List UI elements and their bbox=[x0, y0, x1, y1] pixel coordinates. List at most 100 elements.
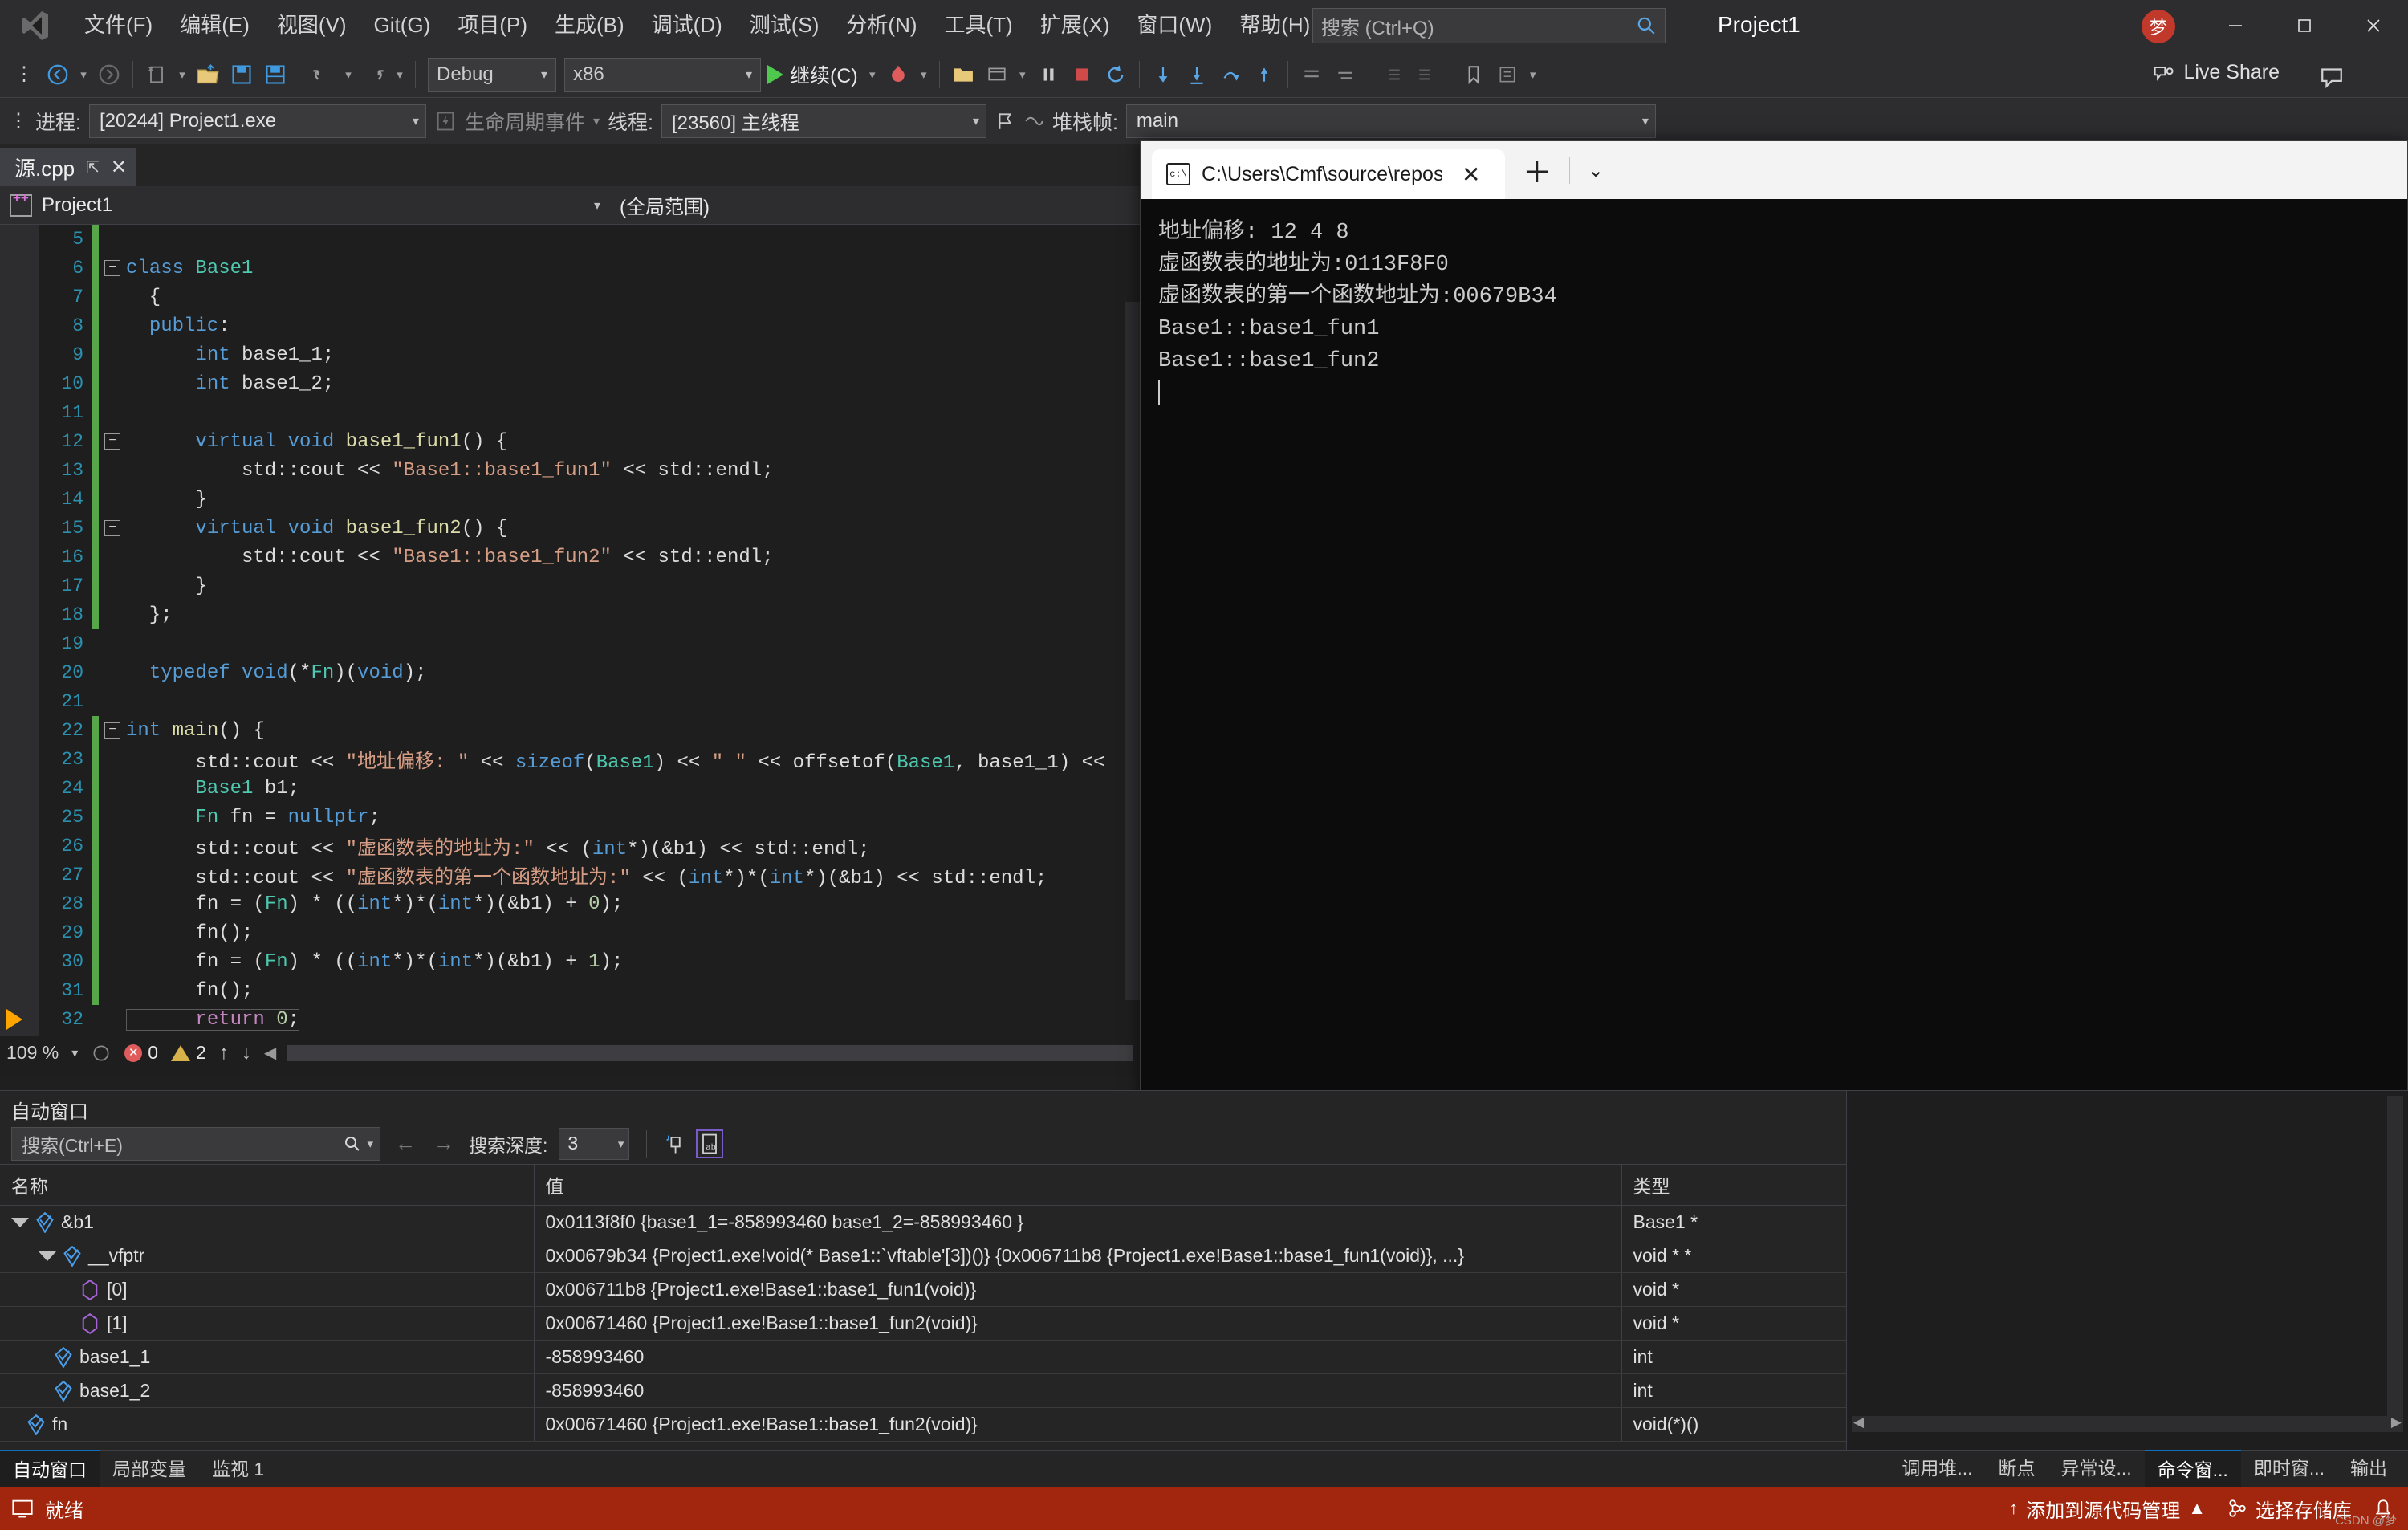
fold-toggle[interactable]: − bbox=[99, 520, 126, 536]
breakpoint-gutter[interactable] bbox=[0, 572, 39, 600]
cell-name[interactable]: [0] bbox=[0, 1272, 535, 1307]
live-share-button[interactable]: Live Share bbox=[2151, 61, 2280, 84]
breakpoint-gutter[interactable] bbox=[0, 225, 39, 254]
breakpoint-gutter[interactable] bbox=[0, 918, 39, 947]
arrow-right-icon[interactable]: → bbox=[430, 1131, 458, 1156]
code-line[interactable]: 31 fn(); bbox=[0, 976, 1140, 1005]
editor-horizontal-scrollbar[interactable] bbox=[287, 1044, 1133, 1061]
next-issue-icon[interactable]: ↓ bbox=[242, 1042, 251, 1064]
code-line[interactable]: 23 std::cout << "地址偏移: " << sizeof(Base1… bbox=[0, 745, 1140, 774]
hot-reload-icon[interactable] bbox=[882, 57, 914, 92]
right-panel-vertical-scrollbar[interactable] bbox=[2387, 1096, 2403, 1416]
redo-dropdown[interactable]: ▾ bbox=[392, 67, 408, 82]
editor-vertical-scrollbar[interactable] bbox=[1125, 302, 1140, 1000]
code-line[interactable]: 16 std::cout << "Base1::base1_fun2" << s… bbox=[0, 543, 1140, 572]
error-count-indicator[interactable]: ✕ 0 bbox=[124, 1042, 158, 1064]
navigate-forward-icon[interactable] bbox=[93, 57, 125, 92]
code-line[interactable]: 20 typedef void(*Fn)(void); bbox=[0, 658, 1140, 687]
open-file-icon[interactable] bbox=[192, 57, 224, 92]
close-tab-icon[interactable]: ✕ bbox=[1462, 161, 1480, 188]
expander-open-icon[interactable] bbox=[11, 1217, 29, 1227]
code-line[interactable]: 26 std::cout << "虚函数表的地址为:" << (int*)(&b… bbox=[0, 832, 1140, 861]
lifecycle-dropdown-icon[interactable]: ▾ bbox=[593, 113, 600, 129]
continue-debug-button[interactable]: 继续(C) bbox=[763, 60, 863, 89]
menu-view[interactable]: 视图(V) bbox=[263, 6, 360, 44]
code-line[interactable]: 22 − int main() { bbox=[0, 716, 1140, 745]
menu-test[interactable]: 测试(S) bbox=[736, 6, 833, 44]
zoom-level[interactable]: 109 % bbox=[6, 1042, 59, 1064]
breakpoint-gutter[interactable] bbox=[0, 1034, 39, 1036]
cell-value[interactable]: 0x00671460 {Project1.exe!Base1::base1_fu… bbox=[534, 1407, 1622, 1442]
code-line[interactable]: 10 int base1_2; bbox=[0, 369, 1140, 398]
user-avatar[interactable]: 梦 bbox=[2142, 10, 2175, 43]
chevron-down-icon[interactable]: ▾ bbox=[367, 1137, 373, 1151]
code-line[interactable]: 27 std::cout << "虚函数表的第一个函数地址为:" << (int… bbox=[0, 861, 1140, 889]
minimize-button[interactable] bbox=[2201, 0, 2270, 51]
stop-debug-icon[interactable] bbox=[1066, 57, 1098, 92]
collapse-icon[interactable]: − bbox=[104, 520, 120, 536]
breakpoint-gutter[interactable] bbox=[0, 514, 39, 543]
code-line[interactable]: 13 std::cout << "Base1::base1_fun1" << s… bbox=[0, 456, 1140, 485]
collapse-icon[interactable]: − bbox=[104, 260, 120, 276]
breakpoint-gutter[interactable] bbox=[0, 456, 39, 485]
code-line[interactable]: 30 fn = (Fn) * ((int*)*(int*)(&b1) + 1); bbox=[0, 947, 1140, 976]
uncomment-lines-icon[interactable] bbox=[1329, 57, 1361, 92]
menu-extensions[interactable]: 扩展(X) bbox=[1027, 6, 1124, 44]
open-folder-icon[interactable] bbox=[947, 57, 979, 92]
select-repository-button[interactable]: 选择存储库 bbox=[2227, 1495, 2352, 1523]
bookmark-icon[interactable] bbox=[1458, 57, 1490, 92]
tab-exception-settings[interactable]: 异常设... bbox=[2048, 1450, 2144, 1488]
cell-value[interactable]: -858993460 bbox=[534, 1340, 1622, 1374]
cell-name[interactable]: base1_2 bbox=[0, 1373, 535, 1408]
scroll-left-arrow-icon[interactable]: ◀ bbox=[1853, 1414, 1864, 1430]
breakpoint-gutter[interactable] bbox=[0, 658, 39, 687]
code-line[interactable]: 19 bbox=[0, 629, 1140, 658]
attach-dropdown[interactable]: ▾ bbox=[1015, 67, 1031, 82]
cell-name[interactable]: __vfptr bbox=[0, 1239, 535, 1273]
collapse-icon[interactable]: − bbox=[104, 722, 120, 739]
cell-value[interactable]: -858993460 bbox=[534, 1373, 1622, 1408]
breakpoint-gutter[interactable] bbox=[0, 629, 39, 658]
code-line[interactable]: 6 − class Base1 bbox=[0, 254, 1140, 283]
code-line[interactable]: 7 { bbox=[0, 283, 1140, 311]
code-line[interactable]: 25 Fn fn = nullptr; bbox=[0, 803, 1140, 832]
cell-value[interactable]: 0x006711b8 {Project1.exe!Base1::base1_fu… bbox=[534, 1272, 1622, 1307]
breakpoint-gutter[interactable] bbox=[0, 543, 39, 572]
breakpoint-gutter[interactable] bbox=[0, 1005, 39, 1034]
code-line[interactable]: 15 − virtual void base1_fun2() { bbox=[0, 514, 1140, 543]
menu-edit[interactable]: 编辑(E) bbox=[166, 6, 263, 44]
breakpoint-gutter[interactable] bbox=[0, 889, 39, 918]
undo-dropdown[interactable]: ▾ bbox=[340, 67, 356, 82]
code-line[interactable]: 11 bbox=[0, 398, 1140, 427]
scroll-right-arrow-icon[interactable]: ▶ bbox=[2391, 1414, 2402, 1430]
table-row[interactable]: [0] 0x006711b8 {Project1.exe!Base1::base1… bbox=[0, 1272, 1847, 1307]
menu-build[interactable]: 生成(B) bbox=[541, 6, 638, 44]
breakpoint-gutter[interactable] bbox=[0, 803, 39, 832]
redo-icon[interactable] bbox=[358, 57, 390, 92]
column-header-value[interactable]: 值 bbox=[534, 1165, 1622, 1206]
chevron-down-icon[interactable]: ⌄ bbox=[1570, 159, 1621, 182]
pin-column-icon[interactable] bbox=[664, 1132, 686, 1156]
fold-toggle[interactable]: − bbox=[99, 722, 126, 739]
breakpoint-gutter[interactable] bbox=[0, 687, 39, 716]
show-next-statement-icon[interactable] bbox=[1147, 57, 1179, 92]
search-depth-combo[interactable]: 3 ▾ bbox=[559, 1127, 630, 1160]
tab-command-window[interactable]: 命令窗... bbox=[2144, 1449, 2241, 1488]
code-line[interactable]: 14 } bbox=[0, 485, 1140, 514]
hscroll-left-arrow[interactable]: ◀ bbox=[264, 1043, 276, 1063]
fold-toggle[interactable]: − bbox=[99, 433, 126, 450]
table-row[interactable]: base1_1 -858993460 int bbox=[0, 1340, 1847, 1374]
code-line[interactable]: 32 return 0; bbox=[0, 1005, 1140, 1034]
breakpoint-gutter[interactable] bbox=[0, 485, 39, 514]
hex-display-icon[interactable]: ab bbox=[696, 1129, 724, 1158]
navigate-back-dropdown[interactable]: ▾ bbox=[75, 67, 92, 82]
cell-value[interactable]: 0x00671460 {Project1.exe!Base1::base1_fu… bbox=[534, 1306, 1622, 1341]
flag-icon[interactable] bbox=[995, 111, 1015, 132]
stackframe-combo[interactable]: main ▾ bbox=[1125, 104, 1656, 138]
cell-name[interactable]: [1] bbox=[0, 1306, 535, 1341]
feedback-button[interactable] bbox=[2318, 64, 2345, 96]
cell-name[interactable]: base1_1 bbox=[0, 1340, 535, 1374]
code-line[interactable]: 8 public: bbox=[0, 311, 1140, 340]
configuration-combo[interactable]: Debug ▾ bbox=[428, 57, 556, 92]
menu-git[interactable]: Git(G) bbox=[360, 6, 445, 44]
